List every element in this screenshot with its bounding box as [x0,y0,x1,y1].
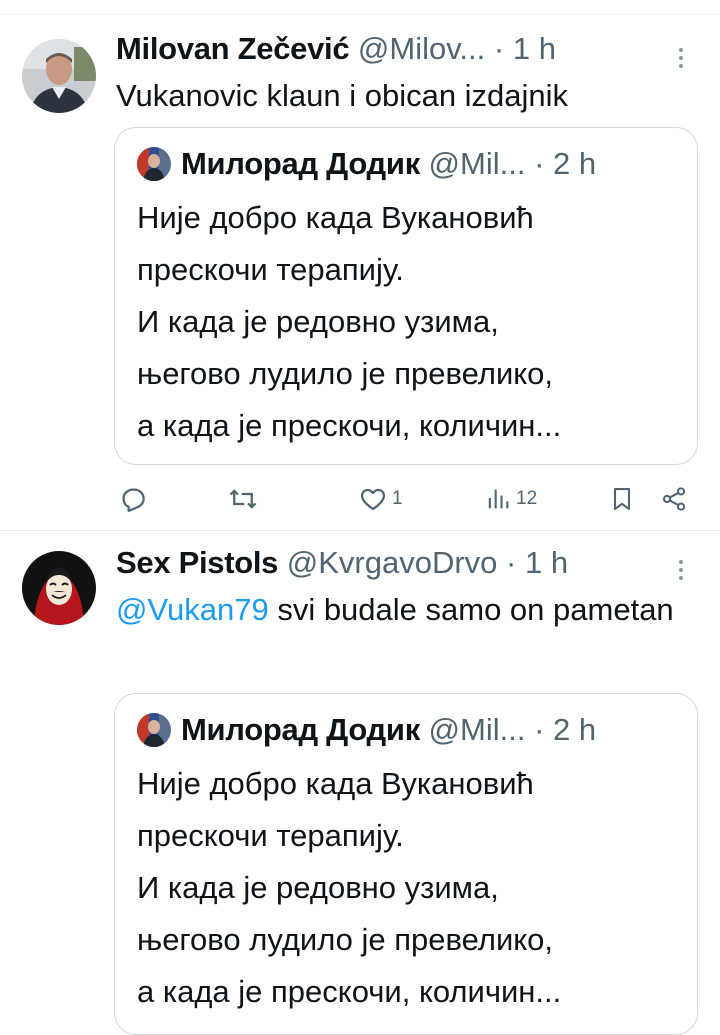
bookmark-icon [613,488,631,510]
quoted-tweet-time: 2 h [553,712,597,747]
quoted-tweet-text: Није добро када Вукановић прескочи терап… [137,766,562,1009]
author-name[interactable]: Milovan Zečević [116,31,350,66]
tweet-time[interactable]: 1 h [525,545,568,580]
quoted-author-name: Милорад Додик [181,146,420,181]
share-button[interactable] [660,477,688,521]
header-separator: · [493,31,505,66]
quoted-author-handle: @Mil... [428,146,526,181]
tweet-text: Vukanovic klaun i obican izdajnik [116,78,569,113]
quoted-tweet-header: Милорад Додик @Mil... · 2 h [137,708,679,752]
avatar[interactable] [22,551,96,625]
views-icon [488,489,509,509]
author-name[interactable]: Sex Pistols [116,545,278,580]
tweet[interactable]: Milovan Zečević @Milov... · 1 h Vukanovi… [0,15,720,530]
retweet-button[interactable] [228,477,258,521]
tweet-text: @Vukan79 svi budale samo on pametan [116,587,698,633]
quoted-author-name: Милорад Додик [181,712,420,747]
avatar[interactable] [22,39,96,113]
view-count: 12 [516,488,538,509]
quoted-author-avatar [137,146,171,181]
avatar-image [22,39,96,113]
tweet-text-rest: svi budale samo on pametan [268,592,674,627]
tweet-header: Milovan Zečević @Milov... · 1 h [116,27,698,71]
tweet-actions: 1 12 [114,477,700,521]
header-separator: · [506,545,517,580]
views-button[interactable]: 12 [484,477,537,521]
quoted-tweet-time: 2 h [553,146,597,181]
quoted-author-avatar [137,712,171,747]
quoted-tweet-header: Милорад Додик @Mil... · 2 h [137,142,679,186]
heart-icon [360,488,386,511]
reply-icon [122,488,145,512]
quoted-tweet-text: Није добро када Вукановић прескочи терап… [137,200,562,443]
author-handle[interactable]: @KvrgavoDrvo [287,545,498,580]
quoted-tweet[interactable]: Милорад Додик @Mil... · 2 h Није добро к… [114,693,698,1035]
like-count: 1 [392,488,403,509]
timeline-top-border [0,0,720,15]
bookmark-button[interactable] [608,477,636,521]
avatar-image [22,551,96,625]
like-button[interactable]: 1 [358,477,403,521]
reply-button[interactable] [118,477,148,521]
tweet-header: Sex Pistols @KvrgavoDrvo · 1 h [116,541,698,585]
share-icon [662,487,686,511]
quoted-author-handle: @Mil... [428,712,526,747]
quoted-tweet[interactable]: Милорад Додик @Mil... · 2 h Није добро к… [114,127,698,465]
quoted-header-separator: · [534,146,545,181]
quoted-header-separator: · [534,712,545,747]
tweet[interactable]: Sex Pistols @KvrgavoDrvo · 1 h @Vukan79 … [0,531,720,1035]
tweet-time[interactable]: 1 h [513,31,556,66]
mention-link[interactable]: @Vukan79 [116,592,269,627]
retweet-icon [229,489,257,509]
author-handle[interactable]: @Milov... [358,31,485,66]
